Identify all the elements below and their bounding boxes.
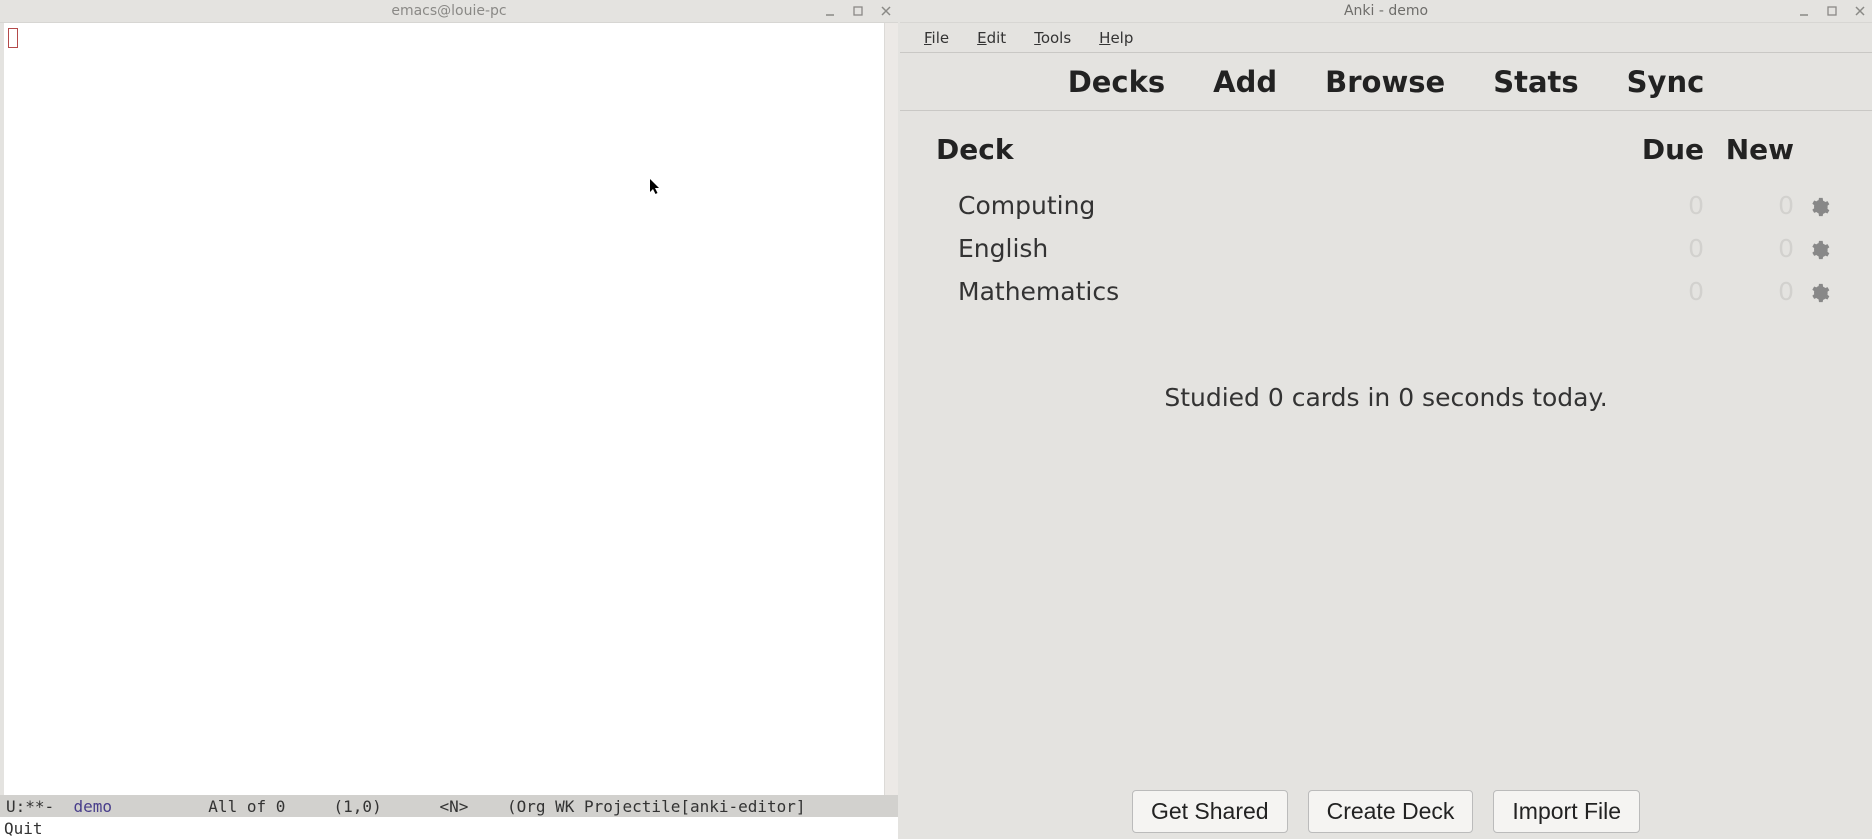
- maximize-icon[interactable]: [850, 3, 866, 19]
- deck-due: 0: [1614, 277, 1704, 306]
- emacs-echo-area: Quit: [0, 817, 898, 839]
- anki-content: Deck Due New Computing 0 0 English 0 0: [900, 111, 1872, 783]
- anki-window-title: Anki - demo: [900, 3, 1872, 19]
- menu-edit-ul: E: [977, 29, 986, 47]
- study-status-text: Studied 0 cards in 0 seconds today.: [900, 383, 1872, 412]
- import-file-button[interactable]: Import File: [1493, 790, 1640, 833]
- emacs-buffer[interactable]: [4, 23, 884, 795]
- deck-due: 0: [1614, 234, 1704, 263]
- menu-file[interactable]: File: [910, 25, 963, 51]
- deck-row: Computing 0 0: [900, 184, 1872, 227]
- menu-tools-ul: T: [1034, 29, 1041, 47]
- deck-row: English 0 0: [900, 227, 1872, 270]
- deck-new: 0: [1704, 191, 1794, 220]
- deck-name[interactable]: Mathematics: [936, 277, 1614, 306]
- tab-browse[interactable]: Browse: [1325, 65, 1445, 99]
- deck-list: Computing 0 0 English 0 0 Mathematics 0 …: [900, 184, 1872, 313]
- maximize-icon[interactable]: [1824, 3, 1840, 19]
- deck-new: 0: [1704, 277, 1794, 306]
- modeline-position: All of 0: [208, 797, 285, 816]
- emacs-cursor: [8, 28, 18, 48]
- modeline-prefix: U:**-: [6, 797, 73, 816]
- deck-due: 0: [1614, 191, 1704, 220]
- anki-titlebar: Anki - demo: [900, 0, 1872, 23]
- minimize-icon[interactable]: [822, 3, 838, 19]
- deck-new: 0: [1704, 234, 1794, 263]
- get-shared-button[interactable]: Get Shared: [1132, 790, 1288, 833]
- tab-decks[interactable]: Decks: [1068, 65, 1165, 99]
- mouse-pointer-icon: [649, 178, 661, 196]
- emacs-window-controls: [822, 3, 894, 19]
- emacs-body: [0, 23, 898, 795]
- anki-menubar: File Edit Tools Help: [900, 23, 1872, 53]
- modeline-spacer2: [285, 797, 333, 816]
- close-icon[interactable]: [1852, 3, 1868, 19]
- menu-tools[interactable]: Tools: [1020, 25, 1085, 51]
- emacs-titlebar: emacs@louie-pc: [0, 0, 898, 23]
- close-icon[interactable]: [878, 3, 894, 19]
- modeline-line-col: (1,0): [334, 797, 382, 816]
- create-deck-button[interactable]: Create Deck: [1308, 790, 1474, 833]
- col-header-new: New: [1704, 133, 1794, 166]
- emacs-modeline[interactable]: U:**- demo All of 0 (1,0) <N> (Org WK Pr…: [0, 795, 898, 817]
- gear-icon[interactable]: [1794, 234, 1844, 263]
- modeline-modes: (Org WK Projectile[anki-editor]: [507, 797, 806, 816]
- anki-window-controls: [1796, 3, 1868, 19]
- emacs-echo-text: Quit: [4, 819, 43, 838]
- gear-icon[interactable]: [1794, 277, 1844, 306]
- emacs-window: emacs@louie-pc U:**- demo All of 0 (1,0)…: [0, 0, 898, 839]
- modeline-buffer-name: demo: [73, 797, 112, 816]
- col-header-due: Due: [1614, 133, 1704, 166]
- modeline-state: <N>: [440, 797, 469, 816]
- modeline-spacer3: [382, 797, 440, 816]
- col-header-deck: Deck: [936, 133, 1614, 166]
- tab-sync[interactable]: Sync: [1627, 65, 1705, 99]
- deck-name[interactable]: Computing: [936, 191, 1614, 220]
- menu-edit[interactable]: Edit: [963, 25, 1020, 51]
- tab-stats[interactable]: Stats: [1493, 65, 1578, 99]
- deck-row: Mathematics 0 0: [900, 270, 1872, 313]
- menu-file-ul: F: [924, 29, 932, 47]
- menu-help-rest: elp: [1110, 29, 1133, 47]
- menu-edit-rest: dit: [987, 29, 1007, 47]
- anki-window: Anki - demo File Edit Tools Help Decks A…: [900, 0, 1872, 839]
- deck-table-header: Deck Due New: [900, 111, 1872, 184]
- gear-icon[interactable]: [1794, 191, 1844, 220]
- anki-main-tabs: Decks Add Browse Stats Sync: [900, 53, 1872, 111]
- deck-name[interactable]: English: [936, 234, 1614, 263]
- menu-help[interactable]: Help: [1085, 25, 1147, 51]
- menu-help-ul: H: [1099, 29, 1110, 47]
- minimize-icon[interactable]: [1796, 3, 1812, 19]
- emacs-scrollbar[interactable]: [884, 23, 898, 795]
- menu-file-rest: ile: [932, 29, 950, 47]
- modeline-spacer4: [468, 797, 507, 816]
- anki-footer: Get Shared Create Deck Import File: [900, 783, 1872, 839]
- emacs-window-title: emacs@louie-pc: [0, 3, 898, 19]
- modeline-spacer1: [112, 797, 208, 816]
- menu-tools-rest: ools: [1041, 29, 1071, 47]
- tab-add[interactable]: Add: [1213, 65, 1277, 99]
